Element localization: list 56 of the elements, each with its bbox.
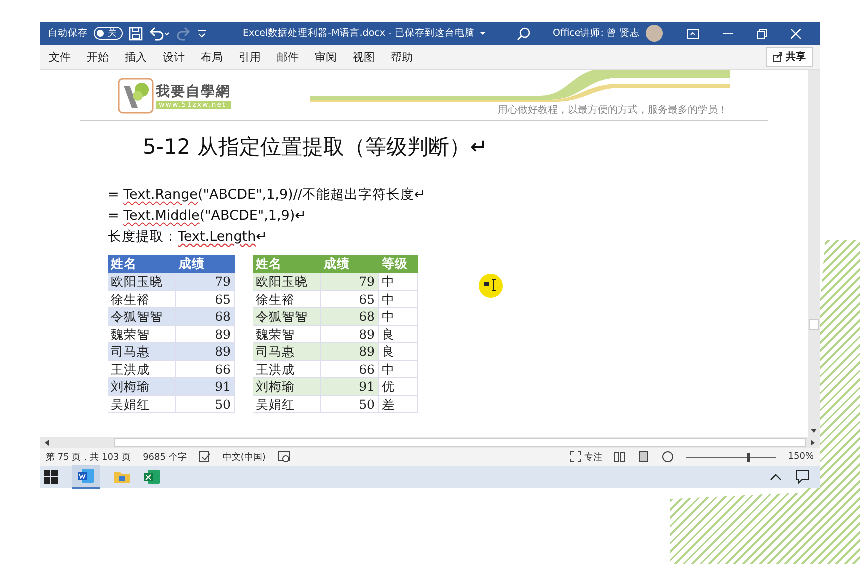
logo-text: 我要自學網 bbox=[156, 83, 231, 101]
table-cell: 欧阳玉晓 bbox=[108, 273, 176, 290]
zoom-level[interactable]: 150% bbox=[788, 452, 814, 462]
table-header-cell: 姓名 bbox=[108, 255, 176, 273]
table-cell: 优 bbox=[379, 378, 418, 396]
ribbon-tab[interactable]: 设计 bbox=[156, 46, 192, 68]
document-title: Excel数据处理利器-M语言.docx - 已保存到这台电脑 bbox=[243, 27, 475, 40]
table-cell: 令狐智智 bbox=[253, 308, 321, 326]
table-cell: 68 bbox=[321, 308, 379, 326]
autosave-toggle[interactable]: 关 bbox=[94, 27, 123, 40]
table-cell: 中 bbox=[379, 308, 418, 326]
table-cell: 68 bbox=[176, 308, 235, 326]
ribbon-tab[interactable]: 视图 bbox=[346, 46, 382, 68]
ribbon-tab[interactable]: 文件 bbox=[42, 46, 78, 68]
table-header-cell: 成绩 bbox=[321, 255, 379, 273]
header-slogan: 用心做好教程，以最方便的方式，服务最多的学员！ bbox=[498, 104, 728, 117]
focus-button[interactable]: 专注 bbox=[570, 450, 602, 464]
autosave-label: 自动保存 bbox=[48, 27, 88, 40]
table-cell: 50 bbox=[321, 396, 379, 413]
table-cell: 刘梅瑜 bbox=[253, 378, 321, 396]
table-cell: 89 bbox=[176, 343, 235, 360]
share-button[interactable]: 共享 bbox=[766, 47, 813, 67]
ribbon-tab[interactable]: 邮件 bbox=[270, 46, 306, 68]
ribbon-tab[interactable]: 引用 bbox=[232, 46, 268, 68]
table-cell: 79 bbox=[321, 273, 379, 290]
formula-text: 长度提取：Text.Length↵ bbox=[108, 228, 268, 247]
user-name: Office讲师: 曾 贤志 bbox=[552, 27, 640, 40]
table-cell: 欧阳玉晓 bbox=[253, 273, 321, 290]
language-status[interactable]: 中文(中国) bbox=[222, 450, 266, 464]
table-cell: 令狐智智 bbox=[108, 308, 176, 326]
ribbon-tab[interactable]: 帮助 bbox=[384, 46, 420, 68]
table-cell: 吴娟红 bbox=[253, 396, 321, 413]
formula-text: = Text.Range("ABCDE",1,9)//不能超出字符长度↵ bbox=[108, 186, 427, 205]
document-heading: 5-12 从指定位置提取（等级判断）↵ bbox=[143, 134, 489, 161]
table-cell: 刘梅瑜 bbox=[108, 378, 176, 396]
table-header-cell: 成绩 bbox=[176, 255, 235, 273]
page-count[interactable]: 第 75 页，共 103 页 bbox=[46, 450, 132, 464]
table-cell: 50 bbox=[176, 396, 235, 413]
table-cell: 司马惠 bbox=[108, 343, 176, 360]
formula-text: = Text.Middle("ABCDE",1,9)↵ bbox=[108, 207, 308, 226]
ribbon-tab[interactable]: 布局 bbox=[194, 46, 230, 68]
table-cell: 91 bbox=[176, 378, 235, 396]
table-header-cell: 等级 bbox=[379, 255, 418, 273]
ribbon-tab[interactable]: 插入 bbox=[118, 46, 154, 68]
table-cell: 吴娟红 bbox=[108, 396, 176, 413]
table-cell: 79 bbox=[176, 273, 235, 290]
table-cell: 司马惠 bbox=[253, 343, 321, 360]
ribbon-tab[interactable]: 开始 bbox=[80, 46, 116, 68]
ribbon-tab[interactable]: 审阅 bbox=[308, 46, 344, 68]
table-header-cell: 姓名 bbox=[253, 255, 321, 273]
table-cell: 中 bbox=[379, 273, 418, 290]
table-cell: 89 bbox=[321, 343, 379, 360]
table-cell: 差 bbox=[379, 396, 418, 413]
word-count[interactable]: 9685 个字 bbox=[143, 450, 187, 464]
table-cell: 91 bbox=[321, 378, 379, 396]
table-cell: 良 bbox=[379, 343, 418, 360]
